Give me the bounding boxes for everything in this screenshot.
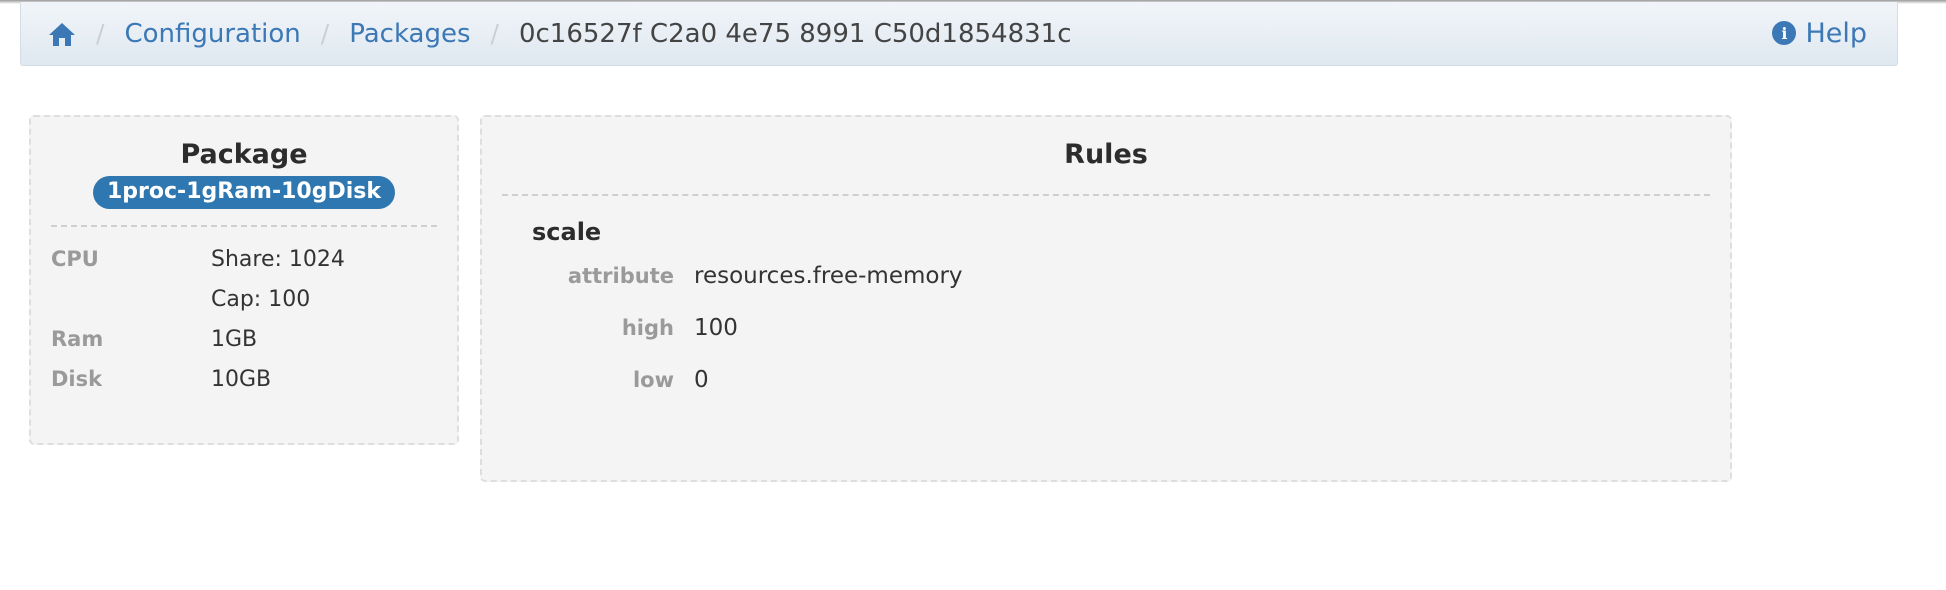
divider	[502, 194, 1710, 196]
spec-value: Share: 1024	[211, 246, 345, 272]
package-specs: CPU Share: 1024 Cap: 100 Ram 1GB Disk 10…	[51, 239, 457, 399]
breadcrumb-separator: /	[490, 19, 499, 48]
rule-prop-attribute: attribute resources.free-memory	[482, 250, 1730, 302]
home-icon-glyph	[49, 22, 75, 46]
spec-row-cpu-cap: Cap: 100	[51, 279, 457, 319]
breadcrumb-packages[interactable]: Packages	[349, 19, 470, 49]
spec-value: 1GB	[211, 326, 258, 352]
rules-title: Rules	[1064, 139, 1148, 170]
divider	[51, 225, 437, 227]
rule-properties: attribute resources.free-memory high 100…	[482, 250, 1730, 406]
prop-value: 100	[694, 315, 738, 341]
breadcrumb-trail: / Configuration / Packages / 0c16527f C2…	[21, 19, 1072, 49]
breadcrumb-current: 0c16527f C2a0 4e75 8991 C50d1854831c	[518, 18, 1072, 49]
breadcrumb-separator: /	[96, 19, 105, 48]
prop-value: resources.free-memory	[694, 263, 963, 289]
breadcrumb-configuration[interactable]: Configuration	[124, 19, 300, 49]
prop-label: low	[632, 368, 674, 392]
rules-panel: Rules scale attribute resources.free-mem…	[480, 115, 1732, 482]
help-link[interactable]: i Help	[1772, 2, 1867, 64]
spec-label: Disk	[51, 367, 103, 391]
package-name-badge: 1proc-1gRam-10gDisk	[93, 176, 395, 209]
rule-name: scale	[532, 218, 602, 246]
rule-prop-low: low 0	[482, 354, 1730, 406]
rule-prop-high: high 100	[482, 302, 1730, 354]
spec-row-cpu: CPU Share: 1024	[51, 239, 457, 279]
help-label: Help	[1805, 17, 1867, 49]
breadcrumb: / Configuration / Packages / 0c16527f C2…	[20, 2, 1898, 66]
prop-label: high	[621, 316, 674, 340]
spec-label: Ram	[51, 327, 104, 351]
package-panel: Package 1proc-1gRam-10gDisk CPU Share: 1…	[29, 115, 459, 445]
spec-row-disk: Disk 10GB	[51, 359, 457, 399]
home-icon[interactable]	[48, 21, 76, 47]
prop-label: attribute	[567, 264, 674, 288]
spec-row-ram: Ram 1GB	[51, 319, 457, 359]
breadcrumb-separator: /	[320, 19, 330, 48]
spec-value: Cap: 100	[211, 286, 311, 312]
package-name-wrap: 1proc-1gRam-10gDisk	[31, 176, 457, 209]
spec-value: 10GB	[211, 366, 272, 392]
prop-value: 0	[694, 367, 709, 393]
info-circle-icon: i	[1772, 21, 1797, 45]
spec-label: CPU	[51, 247, 99, 271]
package-title: Package	[180, 139, 308, 170]
